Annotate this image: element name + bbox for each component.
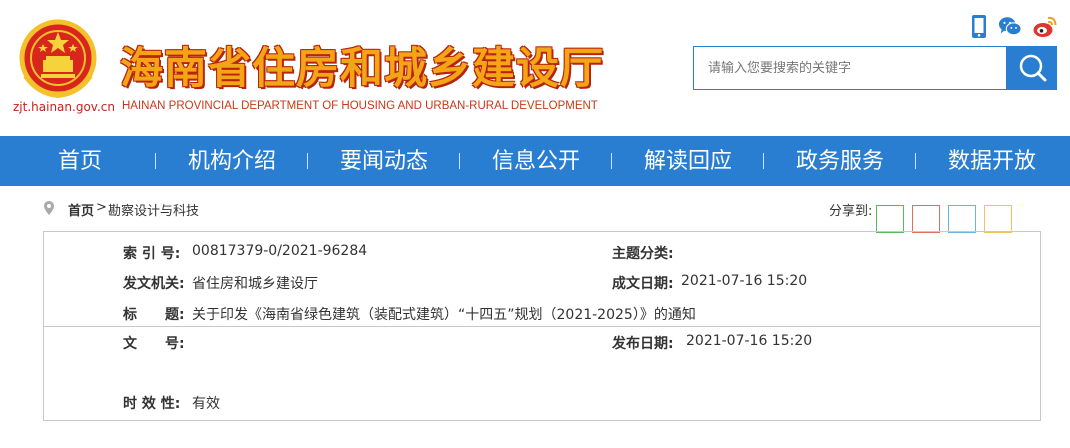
nav-item-open-data[interactable]: 数据开放 [948, 136, 1036, 186]
topic-label: 主题分类: [612, 246, 674, 262]
share-qzone-button[interactable] [876, 205, 904, 233]
weibo-icon[interactable] [1032, 14, 1058, 40]
share-tencent-button[interactable] [948, 205, 976, 233]
nav-separator [459, 153, 460, 169]
breadcrumb-current[interactable]: 勘察设计与科技 [108, 200, 199, 219]
index-value: 00817379-0/2021-96284 [192, 243, 368, 259]
nav-separator [155, 153, 156, 169]
nav-separator [915, 153, 916, 169]
title-label: 标 题: [123, 307, 185, 323]
nav-item-interpretation[interactable]: 解读回应 [644, 136, 732, 186]
index-label: 索 引 号: [123, 246, 181, 262]
breadcrumb-home-link[interactable]: 首页 [68, 200, 94, 219]
nav-item-about[interactable]: 机构介绍 [188, 136, 276, 186]
share-label: 分享到: [829, 204, 873, 219]
validity-value: 有效 [192, 396, 220, 412]
top-icon-bar [966, 14, 1060, 42]
search-button[interactable] [1007, 46, 1057, 90]
site-subtitle: HAINAN PROVINCIAL DEPARTMENT OF HOUSING … [122, 100, 598, 112]
title-value: 关于印发《海南省绿色建筑（装配式建筑）“十四五”规划（2021-2025）》的通… [192, 307, 696, 323]
site-title[interactable]: 海南省住房和城乡建设厅 [120, 34, 604, 96]
document-number-label: 文 号: [123, 336, 185, 352]
share-weibo-button[interactable] [912, 205, 940, 233]
share-wechat-button[interactable] [984, 205, 1012, 233]
created-date-value: 2021-07-16 15:20 [681, 273, 808, 289]
site-header: zjt.hainan.gov.cn 海南省住房和城乡建设厅 HAINAN PRO… [0, 0, 1070, 136]
issuer-value: 省住房和城乡建设厅 [192, 276, 318, 292]
wechat-icon[interactable] [998, 14, 1022, 40]
info-divider [43, 326, 1041, 327]
issuer-label: 发文机关: [123, 276, 185, 292]
search-input[interactable] [694, 47, 1006, 89]
national-emblem-logo[interactable] [17, 18, 99, 98]
mobile-icon[interactable] [968, 14, 992, 40]
published-date-value: 2021-07-16 15:20 [686, 333, 813, 349]
main-nav: 首页 机构介绍 要闻动态 信息公开 解读回应 政务服务 数据开放 [0, 136, 1070, 186]
location-pin-icon [44, 201, 54, 215]
search-box [693, 46, 1007, 90]
nav-separator [611, 153, 612, 169]
validity-label: 时 效 性: [123, 396, 181, 412]
site-domain: zjt.hainan.gov.cn [13, 100, 115, 114]
created-date-label: 成文日期: [612, 276, 674, 292]
nav-separator [307, 153, 308, 169]
nav-item-disclosure[interactable]: 信息公开 [492, 136, 580, 186]
search-icon [1019, 54, 1047, 82]
nav-item-news[interactable]: 要闻动态 [340, 136, 428, 186]
published-date-label: 发布日期: [612, 336, 674, 352]
nav-item-services[interactable]: 政务服务 [796, 136, 884, 186]
breadcrumb-separator: > [96, 200, 107, 215]
nav-separator [763, 153, 764, 169]
nav-item-home[interactable]: 首页 [58, 136, 102, 186]
